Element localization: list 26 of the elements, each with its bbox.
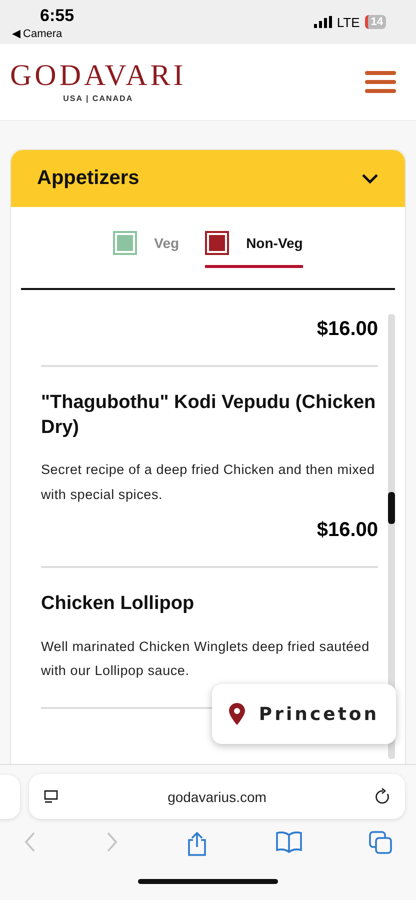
- reload-icon[interactable]: [374, 788, 391, 806]
- battery-level: 14: [364, 15, 386, 29]
- dish-name: "Thagubothu" Kodi Vepudu (Chicken Dry): [41, 391, 377, 440]
- address-bar[interactable]: godavarius.com: [29, 774, 405, 819]
- status-time: 6:55: [40, 6, 74, 26]
- url-text: godavarius.com: [168, 788, 266, 804]
- tabs-icon[interactable]: [369, 831, 393, 855]
- chevron-icon: [361, 173, 379, 184]
- back-link[interactable]: ◀ Camera: [12, 27, 62, 40]
- filter-tab[interactable]: Non-Veg: [205, 231, 303, 268]
- map-pin-icon: [228, 703, 245, 725]
- location-button[interactable]: Princeton: [212, 684, 396, 744]
- dish-description: Well marinated Chicken Winglets deep fried sautéed with our Lollipop sauce.: [41, 638, 370, 680]
- dish-price: $16.00: [316, 318, 378, 341]
- network-label: LTE: [336, 14, 360, 30]
- share-icon[interactable]: [186, 831, 208, 857]
- filter-tab[interactable]: Veg: [113, 231, 180, 268]
- logo[interactable]: GODAVARI: [10, 61, 186, 91]
- category-header[interactable]: Appetizers: [11, 150, 405, 207]
- bookmarks-icon[interactable]: [276, 831, 302, 853]
- signal-icon: [314, 16, 332, 28]
- dish-name: Chicken Lollipop: [41, 592, 196, 616]
- logo-subtitle: USA | CANADA: [63, 94, 134, 103]
- dish-description: Secret recipe of a deep fried Chicken and then mixed with special spices.: [41, 461, 376, 504]
- category-title: Appetizers: [37, 167, 140, 190]
- dish-price: $16.00: [316, 518, 378, 542]
